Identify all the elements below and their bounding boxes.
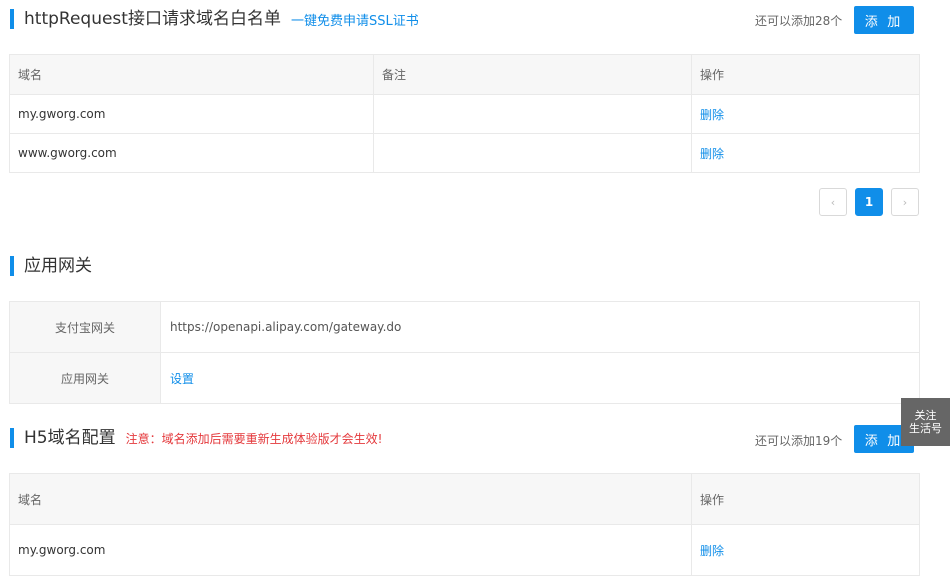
h5-warning-text: 注意：域名添加后需要重新生成体验版才会生效! [125, 431, 383, 446]
table-row: my.gworg.com 删除 [9, 94, 920, 134]
h5-section-header: H5域名配置 注意：域名添加后需要重新生成体验版才会生效! [10, 426, 382, 450]
section-accent-bar [10, 9, 14, 29]
ssl-apply-link[interactable]: 一键免费申请SSL证书 [291, 10, 419, 29]
h5-quota-text: 还可以添加19个 [755, 434, 843, 448]
table-header-row: 域名 备注 操作 [9, 54, 920, 95]
http-section-header: httpRequest接口请求域名白名单 一键免费申请SSL证书 [10, 7, 419, 31]
remark-cell [373, 94, 692, 134]
table-row: www.gworg.com 删除 [9, 133, 920, 173]
follow-line-2: 生活号 [909, 422, 942, 435]
section-accent-bar [10, 428, 14, 448]
app-gateway-set-link[interactable]: 设置 [170, 372, 194, 386]
h5-section-title: H5域名配置 [24, 428, 116, 448]
alipay-gateway-cell: https://openapi.alipay.com/gateway.do [160, 301, 920, 353]
table-row: 应用网关 设置 [9, 352, 920, 404]
gateway-section-title: 应用网关 [24, 256, 92, 276]
domain-cell: my.gworg.com [9, 524, 692, 576]
action-cell: 删除 [691, 133, 920, 173]
delete-link[interactable]: 删除 [700, 544, 724, 558]
h5-domain-table: 域名 操作 my.gworg.com 删除 [9, 473, 920, 576]
follow-lifestyle-button[interactable]: 关注 生活号 [901, 398, 950, 446]
remark-cell [373, 133, 692, 173]
alipay-gateway-url: https://openapi.alipay.com/gateway.do [170, 320, 402, 334]
delete-link[interactable]: 删除 [700, 108, 724, 122]
column-header-domain: 域名 [9, 473, 692, 525]
action-cell: 删除 [691, 94, 920, 134]
gateway-section-header: 应用网关 [10, 254, 92, 278]
prev-page-button[interactable]: ‹ [819, 188, 847, 216]
action-cell: 删除 [691, 524, 920, 576]
http-quota-text: 还可以添加28个 [755, 14, 843, 28]
section-accent-bar [10, 256, 14, 276]
page-1-button[interactable]: 1 [855, 188, 883, 216]
table-row: 支付宝网关 https://openapi.alipay.com/gateway… [9, 301, 920, 353]
pagination: ‹ 1 › [819, 188, 919, 216]
app-gateway-label: 应用网关 [9, 352, 161, 404]
app-gateway-cell: 设置 [160, 352, 920, 404]
column-header-remark: 备注 [373, 54, 692, 95]
delete-link[interactable]: 删除 [700, 147, 724, 161]
table-row: my.gworg.com 删除 [9, 524, 920, 576]
http-section-title: httpRequest接口请求域名白名单 [24, 9, 281, 29]
gateway-table: 支付宝网关 https://openapi.alipay.com/gateway… [9, 301, 920, 404]
column-header-domain: 域名 [9, 54, 374, 95]
column-header-action: 操作 [691, 473, 920, 525]
table-header-row: 域名 操作 [9, 473, 920, 525]
alipay-gateway-label: 支付宝网关 [9, 301, 161, 353]
domain-cell: my.gworg.com [9, 94, 374, 134]
domain-cell: www.gworg.com [9, 133, 374, 173]
column-header-action: 操作 [691, 54, 920, 95]
follow-line-1: 关注 [914, 409, 937, 422]
next-page-button[interactable]: › [891, 188, 919, 216]
http-domain-table: 域名 备注 操作 my.gworg.com 删除 www.gworg.com 删… [9, 54, 920, 173]
http-add-button[interactable]: 添 加 [854, 6, 914, 34]
